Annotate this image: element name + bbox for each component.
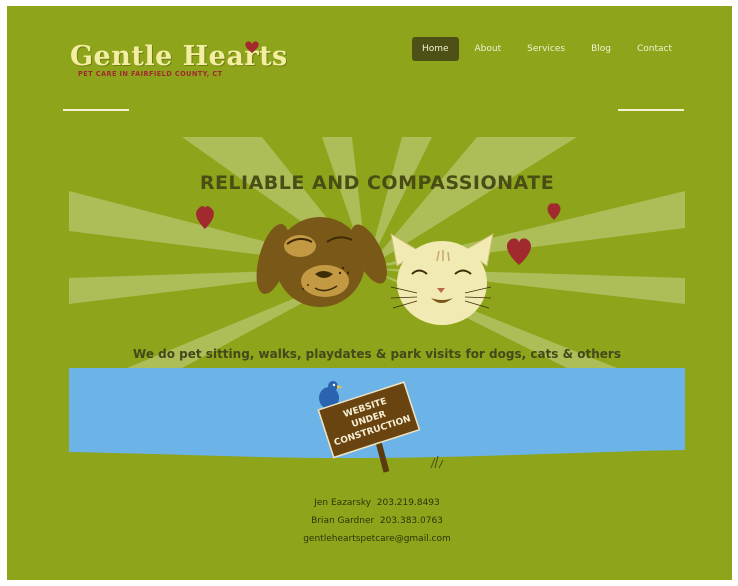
contact-email[interactable]: gentleheartspetcare@gmail.com [69, 530, 685, 548]
nav-home[interactable]: Home [411, 37, 459, 61]
contact-line-brian: Brian Gardner 203.383.0763 [311, 516, 443, 526]
contact-info: Jen Eazarsky 203.219.8493 Brian Gardner … [69, 494, 685, 548]
site-logo[interactable]: Gentle Hearts PET CARE IN FAIRFIELD COUN… [70, 41, 288, 78]
nav-contact[interactable]: Contact [627, 37, 682, 61]
heart-icon [245, 41, 259, 53]
header-divider-left [63, 109, 129, 111]
nav-blog[interactable]: Blog [581, 37, 621, 61]
heart-icon [547, 203, 561, 220]
nav-about[interactable]: About [465, 37, 512, 61]
page: WEBSITE UNDER CONSTRUCTION Gentle Hearts… [7, 6, 732, 580]
contact-line-jen: Jen Eazarsky 203.219.8493 [314, 498, 440, 508]
cat-illustration [390, 232, 494, 325]
header-divider-right [618, 109, 684, 111]
dog-illustration [256, 217, 387, 307]
hero-title: RELIABLE AND COMPASSIONATE [199, 172, 555, 194]
main-nav: Home About Services Blog Contact [411, 37, 682, 61]
hero-tagline: We do pet sitting, walks, playdates & pa… [133, 347, 621, 361]
nav-services[interactable]: Services [517, 37, 575, 61]
